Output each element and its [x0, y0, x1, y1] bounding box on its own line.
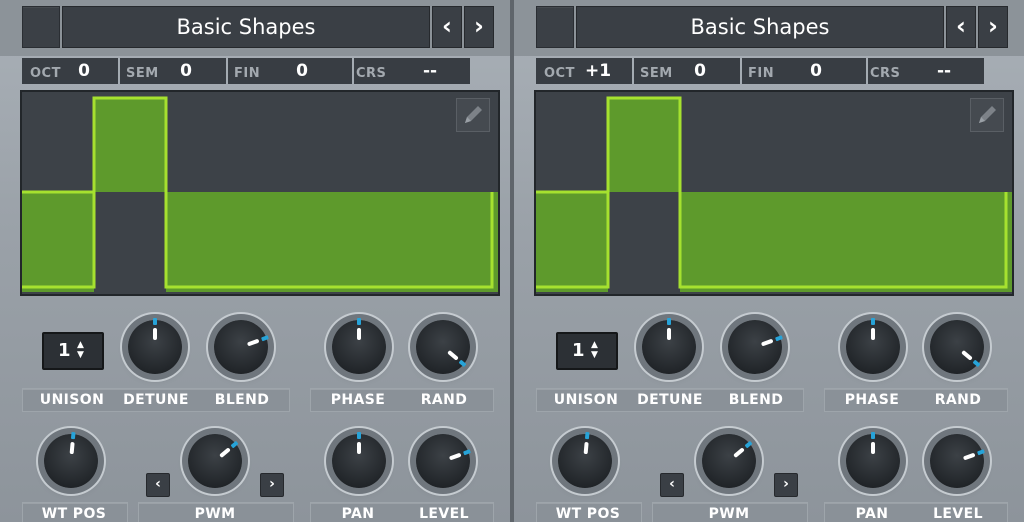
wt-pos-knob[interactable] — [558, 431, 612, 488]
oct-value: +1 — [584, 61, 612, 81]
waveform-graph — [536, 96, 1012, 292]
unison-value: 1 — [572, 340, 585, 361]
chevron-left-icon: ‹ — [155, 476, 161, 492]
sem-label: SEM — [640, 66, 673, 81]
chevron-right-icon: › — [783, 476, 789, 492]
detune-knob[interactable] — [642, 318, 696, 374]
phase-knob[interactable] — [332, 318, 386, 374]
rand-label: RAND — [420, 392, 468, 408]
fin-value: 0 — [810, 61, 822, 81]
unison-value: 1 — [58, 340, 71, 361]
prev-preset-button[interactable]: ‹ — [432, 6, 462, 48]
unison-stepper[interactable]: 1 ▲ ▼ — [42, 332, 104, 370]
rand-label: RAND — [934, 392, 982, 408]
chevron-right-icon: › — [269, 476, 275, 492]
pan-label: PAN — [341, 506, 375, 522]
pencil-icon[interactable] — [456, 98, 490, 132]
crs-value: -- — [936, 61, 952, 81]
waveform-graph — [22, 96, 498, 292]
blend-knob[interactable] — [214, 320, 269, 374]
phase-label: PHASE — [330, 392, 386, 408]
rand-knob[interactable] — [930, 320, 984, 374]
pan-knob[interactable] — [846, 432, 900, 488]
chevron-left-icon: ‹ — [442, 12, 452, 40]
wt-pos-label: WT POS — [41, 506, 107, 522]
fin-label: FIN — [234, 66, 261, 81]
pwm-next-button[interactable]: › — [260, 473, 284, 497]
oct-value: 0 — [78, 61, 90, 81]
pan-knob[interactable] — [332, 432, 386, 488]
crs-label: CRS — [870, 66, 901, 81]
unison-stepper[interactable]: 1 ▲ ▼ — [556, 332, 618, 370]
sem-value: 0 — [180, 61, 192, 81]
chevron-left-icon: ‹ — [956, 12, 966, 40]
tuning-row: OCT +1 SEM 0 FIN 0 CRS -- — [536, 56, 1010, 88]
oscillator-panel-b: Basic Shapes ‹ › OCT +1 SEM 0 FIN 0 CRS … — [514, 0, 1024, 522]
level-knob[interactable] — [416, 434, 471, 488]
pencil-icon[interactable] — [970, 98, 1004, 132]
next-preset-button[interactable]: › — [464, 6, 494, 48]
preset-name[interactable]: Basic Shapes — [576, 6, 944, 48]
wt-pos-knob[interactable] — [44, 431, 98, 488]
detune-label: DETUNE — [637, 392, 703, 408]
detune-knob[interactable] — [128, 318, 182, 374]
oct-label: OCT — [30, 66, 61, 81]
blend-label: BLEND — [728, 392, 784, 408]
detune-label: DETUNE — [123, 392, 189, 408]
stepper-arrows-icon[interactable]: ▲ ▼ — [591, 340, 598, 360]
phase-label: PHASE — [844, 392, 900, 408]
crs-value: -- — [422, 61, 438, 81]
oscillator-panel-a: Basic Shapes ‹ › OCT 0 SEM 0 FIN 0 CRS -… — [0, 0, 510, 522]
preset-name[interactable]: Basic Shapes — [62, 6, 430, 48]
wavetable-display[interactable] — [534, 90, 1014, 296]
pwm-next-button[interactable]: › — [774, 473, 798, 497]
level-label: LEVEL — [419, 506, 469, 522]
wt-pos-label: WT POS — [555, 506, 621, 522]
pan-label: PAN — [855, 506, 889, 522]
pwm-prev-button[interactable]: ‹ — [660, 473, 684, 497]
chevron-right-icon: › — [988, 12, 998, 40]
pwm-label: PWM — [708, 506, 750, 522]
rand-knob[interactable] — [416, 320, 470, 374]
sem-value: 0 — [694, 61, 706, 81]
level-knob[interactable] — [930, 434, 985, 488]
tuning-row: OCT 0 SEM 0 FIN 0 CRS -- — [22, 56, 496, 88]
next-preset-button[interactable]: › — [978, 6, 1008, 48]
blend-label: BLEND — [214, 392, 270, 408]
fin-label: FIN — [748, 66, 775, 81]
wavetable-display[interactable] — [20, 90, 500, 296]
oct-label: OCT — [544, 66, 575, 81]
chevron-left-icon: ‹ — [669, 476, 675, 492]
pwm-label: PWM — [194, 506, 236, 522]
pwm-prev-button[interactable]: ‹ — [146, 473, 170, 497]
preset-slot[interactable] — [536, 6, 574, 48]
preset-slot[interactable] — [22, 6, 60, 48]
sem-label: SEM — [126, 66, 159, 81]
level-label: LEVEL — [933, 506, 983, 522]
blend-knob[interactable] — [728, 320, 783, 374]
chevron-right-icon: › — [474, 12, 484, 40]
crs-label: CRS — [356, 66, 387, 81]
phase-knob[interactable] — [846, 318, 900, 374]
prev-preset-button[interactable]: ‹ — [946, 6, 976, 48]
pwm-knob[interactable] — [702, 434, 756, 488]
stepper-arrows-icon[interactable]: ▲ ▼ — [77, 340, 84, 360]
fin-value: 0 — [296, 61, 308, 81]
pwm-knob[interactable] — [188, 434, 242, 488]
